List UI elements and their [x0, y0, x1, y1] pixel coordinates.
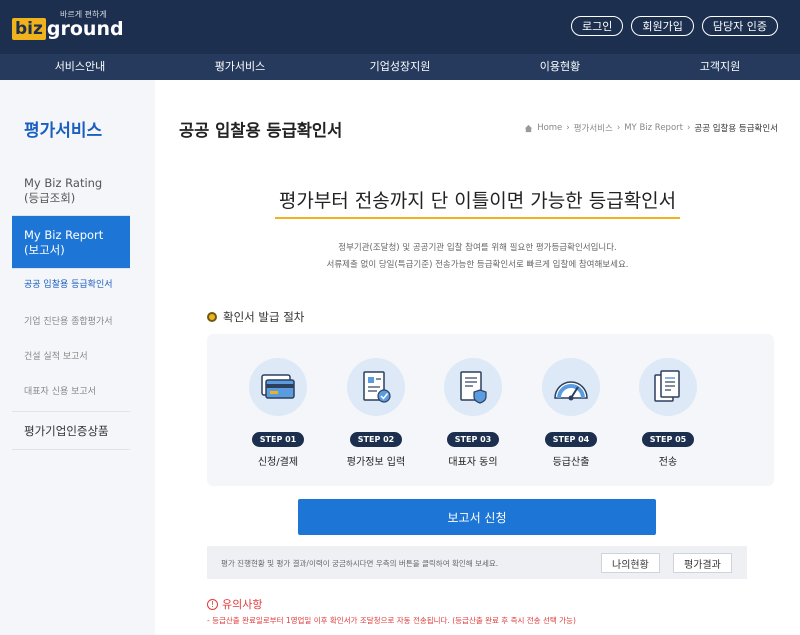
sidebar-sub-ceo-credit[interactable]: 대표자 신용 보고서	[12, 386, 130, 398]
step-badge: STEP 05	[641, 432, 695, 447]
step-label: 대표자 동의	[448, 457, 498, 468]
step-4: STEP 04 등급산출	[531, 358, 611, 468]
step-2: STEP 02 평가정보 입력	[336, 358, 416, 468]
nav-growth-support[interactable]: 기업성장지원	[320, 54, 480, 80]
my-status-button[interactable]: 나의현황	[601, 553, 660, 573]
step-label: 신청/결제	[257, 457, 299, 468]
breadcrumb-current: 공공 입찰용 등급확인서	[694, 124, 778, 134]
process-title: 확인서 발급 절차	[223, 310, 305, 324]
sidebar-sub-public-bid[interactable]: 공공 입찰용 등급확인서	[12, 279, 130, 291]
step-label: 평가정보 입력	[346, 457, 406, 468]
sidebar: 평가서비스 My Biz Rating (등급조회) My Biz Report…	[0, 80, 155, 635]
document-check-icon	[363, 371, 391, 403]
step-icon-circle	[444, 358, 502, 416]
notice-heading: ! 유의사항	[207, 596, 262, 612]
step-5: STEP 05 전송	[628, 358, 708, 468]
main-content: 공공 입찰용 등급확인서 Home › 평가서비스 › MY Biz Repor…	[155, 80, 800, 635]
logo-tagline: 바르게 편하게	[60, 10, 107, 19]
gauge-icon	[554, 381, 588, 401]
step-badge: STEP 03	[446, 432, 500, 447]
logo-biz: biz	[12, 18, 46, 40]
manager-auth-button[interactable]: 담당자 인증	[701, 16, 778, 36]
nav-usage[interactable]: 이용현황	[480, 54, 640, 80]
apply-report-button[interactable]: 보고서 신청	[298, 499, 656, 535]
auth-buttons: 로그인 회원가입 담당자 인증	[571, 16, 778, 36]
step-icon-circle	[639, 358, 697, 416]
hero-desc-line: 정부기관(조달청) 및 공공기관 입찰 참여를 위해 필요한 평가등급확인서입니…	[338, 243, 617, 253]
status-box: 평가 진행현황 및 평가 결과/이력이 궁금하시다면 우측의 버튼을 클릭하여 …	[207, 546, 747, 579]
home-icon	[525, 124, 533, 132]
step-badge: STEP 02	[349, 432, 403, 447]
breadcrumb-home[interactable]: Home	[537, 123, 562, 133]
breadcrumb: Home › 평가서비스 › MY Biz Report › 공공 입찰용 등급…	[524, 122, 778, 134]
notice-title: 유의사항	[222, 598, 263, 611]
sidebar-item-certified-products[interactable]: 평가기업인증상품	[12, 411, 130, 450]
status-text: 평가 진행현황 및 평가 결과/이력이 궁금하시다면 우측의 버튼을 클릭하여 …	[221, 559, 499, 568]
step-icon-circle	[249, 358, 307, 416]
top-header: biz ground 바르게 편하게 로그인 회원가입 담당자 인증	[0, 0, 800, 54]
process-steps: STEP 01 신청/결제 STEP 02 평가정보 입력 STEP 03 대표…	[207, 334, 774, 486]
chevron-right-icon: ›	[566, 123, 570, 133]
hero: 평가부터 전송까지 단 이틀이면 가능한 등급확인서	[155, 186, 800, 219]
signup-button[interactable]: 회원가입	[631, 16, 694, 36]
documents-send-icon	[654, 370, 680, 402]
step-label: 등급산출	[552, 457, 590, 468]
breadcrumb-evaluation[interactable]: 평가서비스	[574, 122, 613, 134]
sidebar-item-my-biz-rating[interactable]: My Biz Rating (등급조회)	[12, 168, 130, 216]
step-icon-circle	[542, 358, 600, 416]
page-title: 공공 입찰용 등급확인서	[179, 121, 343, 140]
nav-service-info[interactable]: 서비스안내	[0, 54, 160, 80]
login-button[interactable]: 로그인	[571, 16, 624, 36]
sidebar-title: 평가서비스	[24, 121, 103, 141]
card-icon	[261, 374, 295, 399]
sidebar-sub-company-diagnosis[interactable]: 기업 진단용 종합평가서	[12, 316, 130, 328]
warning-icon: !	[207, 598, 218, 610]
hero-title: 평가부터 전송까지 단 이틀이면 가능한 등급확인서	[274, 186, 681, 219]
breadcrumb-my-biz-report[interactable]: MY Biz Report	[624, 123, 683, 133]
step-label: 전송	[658, 457, 678, 468]
sidebar-sub-construction[interactable]: 건설 실적 보고서	[12, 351, 130, 363]
chevron-right-icon: ›	[616, 123, 621, 133]
step-3: STEP 03 대표자 동의	[433, 358, 513, 468]
document-shield-icon	[460, 371, 487, 404]
hero-desc-line: 서류제출 없이 당일(특급기준) 전송가능한 등급확인서로 빠르게 입찰에 참여…	[326, 260, 629, 270]
step-icon-circle	[347, 358, 405, 416]
sidebar-item-my-biz-report[interactable]: My Biz Report (보고서)	[12, 216, 130, 269]
logo[interactable]: biz ground 바르게 편하게	[12, 10, 124, 40]
nav-evaluation[interactable]: 평가서비스	[160, 54, 320, 80]
step-1: STEP 01 신청/결제	[238, 358, 318, 468]
nav-customer-support[interactable]: 고객지원	[640, 54, 800, 80]
evaluation-result-button[interactable]: 평가결과	[673, 553, 732, 573]
hero-description: 정부기관(조달청) 및 공공기관 입찰 참여를 위해 필요한 평가등급확인서입니…	[155, 240, 800, 274]
chevron-right-icon: ›	[686, 123, 691, 133]
notice-text: - 등급산출 완료일로부터 1영업일 이후 확인서가 조달청으로 자동 전송됩니…	[207, 616, 576, 625]
logo-ground: ground	[46, 18, 124, 40]
process-heading: 확인서 발급 절차	[207, 309, 304, 325]
step-badge: STEP 04	[544, 432, 598, 447]
step-badge: STEP 01	[251, 432, 305, 447]
main-nav: 서비스안내 평가서비스 기업성장지원 이용현황 고객지원	[0, 54, 800, 80]
sidebar-item-label: My Biz Report (보고서)	[24, 228, 104, 257]
bullet-dot-icon	[207, 312, 217, 322]
sidebar-item-label: My Biz Rating (등급조회)	[24, 176, 103, 205]
sidebar-item-label: 평가기업인증상품	[24, 424, 109, 438]
